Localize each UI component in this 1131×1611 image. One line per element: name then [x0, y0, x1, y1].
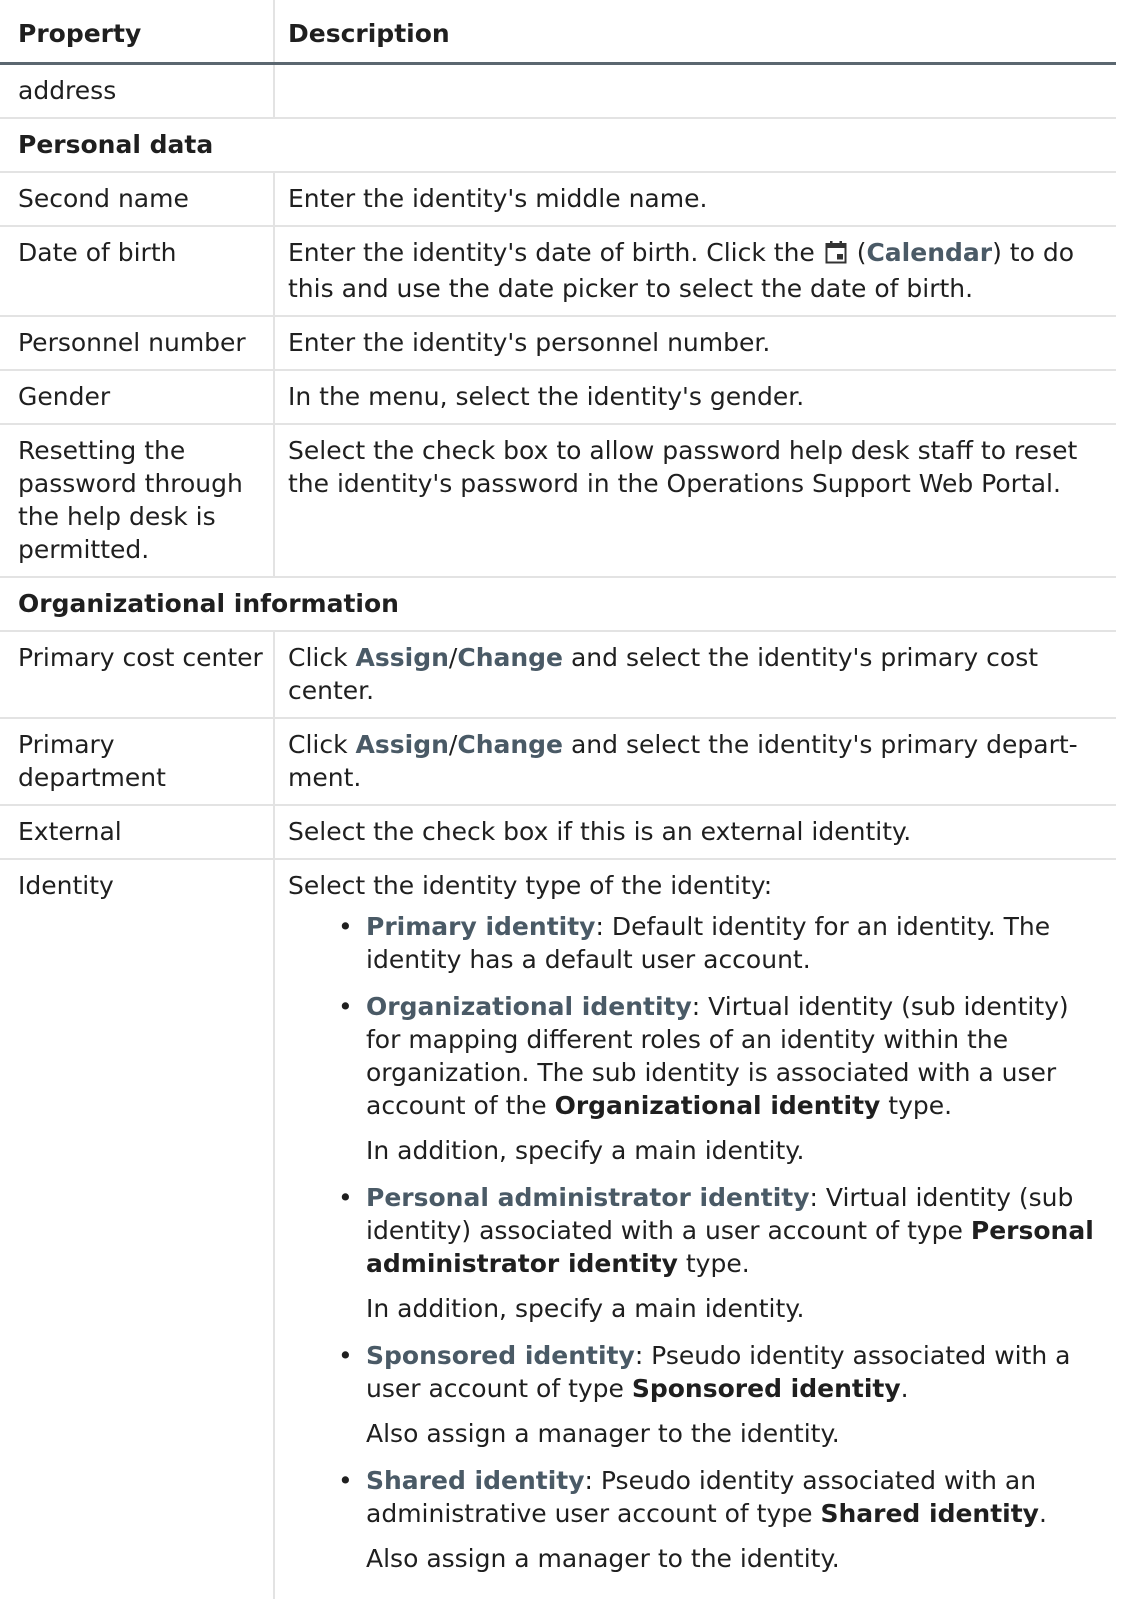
bullet: • [338, 1183, 353, 1212]
property-cell: Resetting the password through the help … [0, 424, 274, 578]
identity-intro: Select the identity type of the identity… [288, 871, 773, 900]
list-item: • Shared identity: Pseudo identity associ… [312, 1464, 1106, 1575]
description-text: ( [848, 238, 867, 267]
description-cell: Select the check box if this is an exter… [273, 805, 1116, 860]
property-cell: Date of birth [0, 226, 274, 317]
table-row: Personnel number Enter the identity's pe… [0, 316, 1116, 371]
description-cell: Enter the identity's date of birth. Clic… [273, 226, 1116, 317]
description-cell: In the menu, select the identity's gende… [273, 370, 1116, 425]
identity-type-list: • Primary identity: Default identity for … [288, 910, 1106, 1575]
bullet: • [338, 912, 353, 941]
account-type-name: Organizational identity [554, 1091, 881, 1120]
list-item: • Sponsored identity: Pseudo identity ass… [312, 1339, 1106, 1450]
description-cell [273, 63, 1116, 119]
identity-type-term: Organizational identity [366, 992, 692, 1021]
description-cell: Enter the identity's personnel number. [273, 316, 1116, 371]
description-cell: Enter the identity's middle name. [273, 172, 1116, 227]
section-title: Personal data [0, 118, 1116, 173]
bullet: • [338, 1466, 353, 1495]
ui-term: Assign [355, 730, 449, 759]
ui-term: Calendar [866, 238, 993, 267]
description-text: Click [288, 643, 356, 672]
identity-type-text: type. [880, 1091, 953, 1120]
bullet: • [338, 992, 353, 1021]
calendar-icon [825, 239, 847, 272]
table-row: Date of birth Enter the identity's date … [0, 226, 1116, 317]
list-item: • Personal administrator identity: Virtua… [312, 1181, 1106, 1325]
table-row: address [0, 63, 1116, 119]
account-type-name: Sponsored identity [631, 1374, 901, 1403]
list-item: • Organizational identity: Virtual identi… [312, 990, 1106, 1167]
table-row: Second name Enter the identity's middle … [0, 172, 1116, 227]
identity-type-text: type. [677, 1249, 750, 1278]
property-cell: Identity [18, 871, 114, 900]
identity-type-text: . [900, 1374, 909, 1403]
bullet: • [338, 1341, 353, 1370]
identity-type-note: In addition, specify a main identity. [366, 1136, 805, 1165]
identity-type-note: Also assign a manager to the identity. [366, 1419, 840, 1448]
property-cell: Personnel number [0, 316, 274, 371]
document-page: Property Description address Personal da… [0, 0, 1131, 1611]
ui-term: Assign [355, 643, 449, 672]
table-header-row: Property Description [0, 0, 1116, 65]
list-item: • Primary identity: Default identity for … [312, 910, 1106, 976]
identity-type-note: In addition, specify a main identity. [366, 1294, 805, 1323]
header-description: Description [273, 0, 1116, 65]
section-row: Personal data [0, 118, 1116, 173]
account-type-name: Shared identity [820, 1499, 1039, 1528]
property-cell: Gender [0, 370, 274, 425]
ui-term: Change [457, 643, 564, 672]
property-table: Property Description address Personal da… [0, 0, 1116, 1599]
description-cell: Click Assign/Change and select the ident… [273, 631, 1116, 719]
table-row: Primary cost center Click Assign/Change … [0, 631, 1116, 719]
description-text: Click [288, 730, 356, 759]
section-title: Organizational information [0, 577, 1116, 632]
description-cell: Select the check box to allow password h… [273, 424, 1116, 578]
description-cell: Select the identity type of the identity… [273, 859, 1116, 1599]
table-row: Gender In the menu, select the identity'… [0, 370, 1116, 425]
identity-type-text: . [1038, 1499, 1047, 1528]
identity-type-term: Primary identity [366, 912, 596, 941]
identity-type-term: Personal administrator identity [366, 1183, 810, 1212]
table-row: External Select the check box if this is… [0, 805, 1116, 860]
section-row: Organizational information [0, 577, 1116, 632]
property-cell: External [0, 805, 274, 860]
property-cell: Primary cost center [0, 631, 274, 719]
identity-type-term: Sponsored identity [366, 1341, 635, 1370]
ui-term: Change [457, 730, 564, 759]
description-cell: Click Assign/Change and select the ident… [273, 718, 1116, 806]
header-property: Property [0, 0, 274, 65]
property-cell: Second name [0, 172, 274, 227]
table-row: Primary department Click Assign/Change a… [0, 718, 1116, 806]
property-cell: address [0, 63, 274, 119]
table-row: Resetting the password through the help … [0, 424, 1116, 578]
identity-type-term: Shared identity [366, 1466, 585, 1495]
table-row: Identity Select the identity type of the… [0, 859, 1116, 1599]
identity-type-note: Also assign a manager to the identity. [366, 1544, 840, 1573]
description-text: Enter the identity's date of birth. Clic… [288, 238, 823, 267]
property-cell: Primary department [0, 718, 274, 806]
